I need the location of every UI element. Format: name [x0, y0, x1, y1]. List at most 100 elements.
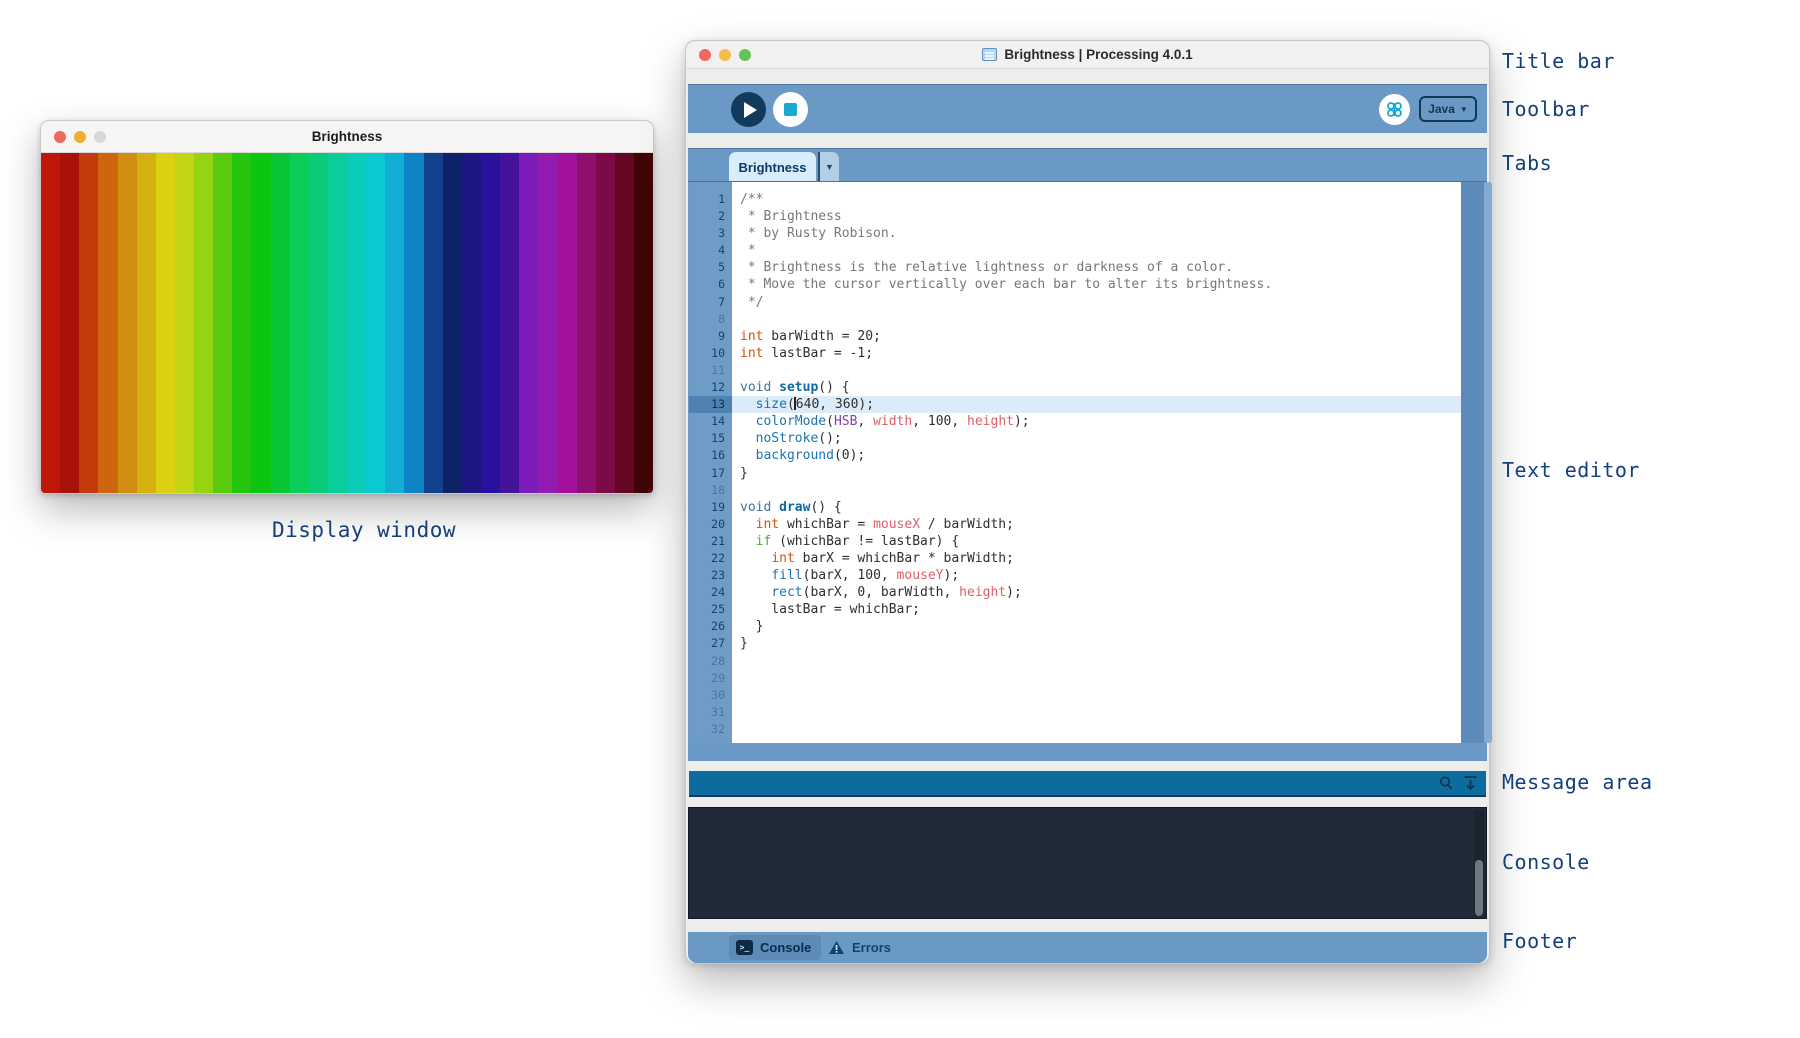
- color-bar[interactable]: [98, 153, 117, 494]
- color-bar[interactable]: [232, 153, 251, 494]
- code-area[interactable]: /** * Brightness * by Rusty Robison. * *…: [732, 182, 1461, 743]
- color-bar[interactable]: [538, 153, 557, 494]
- color-bar[interactable]: [385, 153, 404, 494]
- code-line[interactable]: }: [732, 635, 1461, 652]
- color-bar[interactable]: [347, 153, 366, 494]
- code-token: barX = whichBar * barWidth;: [795, 551, 1014, 566]
- search-icon[interactable]: [1438, 775, 1454, 791]
- code-line[interactable]: int whichBar = mouseX / barWidth;: [732, 516, 1461, 533]
- color-bar[interactable]: [404, 153, 423, 494]
- traffic-light[interactable]: [94, 131, 106, 143]
- traffic-light[interactable]: [54, 131, 66, 143]
- code-line[interactable]: if (whichBar != lastBar) {: [732, 533, 1461, 550]
- stop-button[interactable]: [773, 92, 808, 127]
- code-line[interactable]: * Move the cursor vertically over each b…: [732, 276, 1461, 293]
- code-line[interactable]: [732, 670, 1461, 687]
- code-line[interactable]: [732, 704, 1461, 721]
- color-bar[interactable]: [194, 153, 213, 494]
- line-number: 14: [689, 413, 732, 430]
- code-line[interactable]: lastBar = whichBar;: [732, 601, 1461, 618]
- editor-scrollbar-thumb[interactable]: [1484, 182, 1492, 743]
- line-number: 3: [689, 225, 732, 242]
- errors-tab[interactable]: Errors: [828, 935, 891, 960]
- line-number: 32: [689, 721, 732, 738]
- code-line[interactable]: int barX = whichBar * barWidth;: [732, 550, 1461, 567]
- color-bar[interactable]: [271, 153, 290, 494]
- code-line[interactable]: [732, 482, 1461, 499]
- window-title: Brightness | Processing 4.0.1: [982, 47, 1192, 62]
- tab-menu-button[interactable]: ▼: [820, 152, 839, 182]
- color-bar[interactable]: [596, 153, 615, 494]
- editor-scrollbar[interactable]: [1461, 182, 1484, 743]
- code-line[interactable]: * Brightness is the relative lightness o…: [732, 259, 1461, 276]
- code-line[interactable]: *: [732, 242, 1461, 259]
- code-line[interactable]: void setup() {: [732, 379, 1461, 396]
- console-output[interactable]: [688, 807, 1487, 919]
- color-bar[interactable]: [290, 153, 309, 494]
- mode-selector[interactable]: Java ▼: [1419, 96, 1477, 122]
- code-line[interactable]: rect(barX, 0, barWidth, height);: [732, 584, 1461, 601]
- console-tab[interactable]: >_ Console: [729, 935, 821, 960]
- traffic-light[interactable]: [719, 49, 731, 61]
- code-line[interactable]: colorMode(HSB, width, 100, height);: [732, 413, 1461, 430]
- code-line[interactable]: }: [732, 465, 1461, 482]
- console-scrollbar[interactable]: [1474, 810, 1484, 916]
- code-line[interactable]: void draw() {: [732, 499, 1461, 516]
- code-line[interactable]: int lastBar = -1;: [732, 345, 1461, 362]
- code-line[interactable]: [732, 653, 1461, 670]
- title-bar[interactable]: Brightness | Processing 4.0.1: [686, 41, 1489, 69]
- console-scrollbar-thumb[interactable]: [1475, 860, 1483, 916]
- color-bar[interactable]: [175, 153, 194, 494]
- code-token: );: [1014, 414, 1030, 429]
- color-bar[interactable]: [309, 153, 328, 494]
- code-line[interactable]: /**: [732, 191, 1461, 208]
- color-bar[interactable]: [60, 153, 79, 494]
- clear-console-icon[interactable]: [1463, 775, 1478, 791]
- color-bar[interactable]: [519, 153, 538, 494]
- code-token: }: [740, 619, 763, 634]
- color-bar[interactable]: [634, 153, 653, 494]
- run-button[interactable]: [731, 92, 766, 127]
- code-line[interactable]: * by Rusty Robison.: [732, 225, 1461, 242]
- color-bar[interactable]: [557, 153, 576, 494]
- color-bar[interactable]: [137, 153, 156, 494]
- color-bar[interactable]: [79, 153, 98, 494]
- traffic-light[interactable]: [74, 131, 86, 143]
- color-bar[interactable]: [118, 153, 137, 494]
- code-line[interactable]: [732, 687, 1461, 704]
- color-bar[interactable]: [156, 153, 175, 494]
- code-token: (barX, 0, barWidth,: [803, 585, 960, 600]
- code-token: /**: [740, 192, 763, 207]
- code-line[interactable]: [732, 362, 1461, 379]
- color-bar[interactable]: [251, 153, 270, 494]
- code-line[interactable]: background(0);: [732, 447, 1461, 464]
- terminal-icon: >_: [736, 940, 753, 955]
- code-line[interactable]: */: [732, 294, 1461, 311]
- code-line[interactable]: fill(barX, 100, mouseY);: [732, 567, 1461, 584]
- color-bar[interactable]: [462, 153, 481, 494]
- code-line[interactable]: [732, 721, 1461, 738]
- color-bar[interactable]: [615, 153, 634, 494]
- debug-button[interactable]: [1379, 94, 1410, 125]
- line-number: 17: [689, 465, 732, 482]
- traffic-light[interactable]: [699, 49, 711, 61]
- color-bar[interactable]: [213, 153, 232, 494]
- color-bar[interactable]: [328, 153, 347, 494]
- code-line[interactable]: [732, 311, 1461, 328]
- code-line[interactable]: int barWidth = 20;: [732, 328, 1461, 345]
- color-bar[interactable]: [443, 153, 462, 494]
- code-line[interactable]: size(640, 360);: [732, 396, 1461, 413]
- tab-brightness[interactable]: Brightness: [729, 152, 816, 182]
- color-bar[interactable]: [41, 153, 60, 494]
- traffic-light[interactable]: [739, 49, 751, 61]
- color-bar[interactable]: [424, 153, 443, 494]
- code-line[interactable]: noStroke();: [732, 430, 1461, 447]
- color-bars-canvas[interactable]: [41, 153, 653, 494]
- color-bar[interactable]: [481, 153, 500, 494]
- code-line[interactable]: * Brightness: [732, 208, 1461, 225]
- code-line[interactable]: }: [732, 618, 1461, 635]
- color-bar[interactable]: [577, 153, 596, 494]
- color-bar[interactable]: [366, 153, 385, 494]
- color-bar[interactable]: [500, 153, 519, 494]
- code-token: height: [959, 585, 1006, 600]
